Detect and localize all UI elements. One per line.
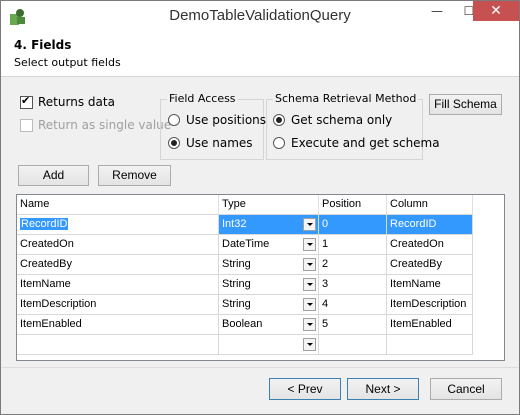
use-names-radio[interactable] (168, 137, 180, 149)
footer-divider (1, 367, 519, 368)
column-header-position[interactable]: Position (319, 195, 387, 215)
position-cell[interactable]: 3 (319, 275, 387, 295)
type-cell[interactable]: String (219, 295, 319, 315)
position-cell[interactable]: 4 (319, 295, 387, 315)
position-cell[interactable] (319, 335, 387, 355)
add-button[interactable]: Add (18, 165, 89, 186)
name-cell[interactable]: CreatedOn (17, 235, 219, 255)
column-cell[interactable]: ItemDescription (387, 295, 473, 315)
type-text: String (222, 258, 251, 270)
column-cell[interactable] (387, 335, 473, 355)
table-row[interactable]: ItemName String 3 ItemName (17, 275, 504, 295)
name-cell[interactable]: ItemEnabled (17, 315, 219, 335)
type-text: Boolean (222, 318, 263, 330)
step-title: 4. Fields (14, 38, 72, 52)
name-cell[interactable]: RecordID (17, 215, 219, 235)
dropdown-arrow-icon[interactable] (303, 258, 316, 271)
returns-data-label: Returns data (38, 95, 115, 109)
type-text: DateTime (222, 238, 270, 250)
column-cell[interactable]: ItemName (387, 275, 473, 295)
cancel-button[interactable]: Cancel (430, 378, 502, 400)
position-cell[interactable]: 2 (319, 255, 387, 275)
schema-retrieval-title: Schema Retrieval Method (273, 92, 419, 105)
name-cell[interactable]: ItemName (17, 275, 219, 295)
close-button[interactable]: ✕ (473, 1, 519, 21)
single-value-checkbox[interactable] (20, 119, 33, 132)
fill-schema-button[interactable]: Fill Schema (429, 94, 502, 115)
type-text: String (222, 298, 251, 310)
position-cell[interactable]: 5 (319, 315, 387, 335)
dropdown-arrow-icon[interactable] (303, 278, 316, 291)
dropdown-arrow-icon[interactable] (303, 318, 316, 331)
table-row[interactable]: ItemDescription String 4 ItemDescription (17, 295, 504, 315)
position-cell[interactable]: 0 (319, 215, 387, 235)
type-cell[interactable]: String (219, 255, 319, 275)
column-cell[interactable]: CreatedOn (387, 235, 473, 255)
column-header-column[interactable]: Column (387, 195, 473, 215)
get-schema-only-radio[interactable] (273, 114, 285, 126)
title-bar: DemoTableValidationQuery — ☐ ✕ (1, 1, 519, 32)
single-value-label: Return as single value (38, 118, 172, 132)
field-access-group: Field Access (160, 92, 264, 160)
name-cell[interactable]: ItemDescription (17, 295, 219, 315)
dialog-window: DemoTableValidationQuery — ☐ ✕ 4. Fields… (0, 0, 520, 415)
column-cell[interactable]: ItemEnabled (387, 315, 473, 335)
table-row[interactable]: CreatedOn DateTime 1 CreatedOn (17, 235, 504, 255)
column-header-type[interactable]: Type (219, 195, 319, 215)
execute-and-get-schema-radio[interactable] (273, 137, 285, 149)
dropdown-arrow-icon[interactable] (303, 298, 316, 311)
next-button[interactable]: Next > (347, 378, 419, 400)
column-cell[interactable]: RecordID (387, 215, 473, 235)
dropdown-arrow-icon[interactable] (303, 338, 316, 351)
type-cell[interactable] (219, 335, 319, 355)
position-cell[interactable]: 1 (319, 235, 387, 255)
table-row[interactable]: RecordID Int32 0 RecordID (17, 215, 504, 235)
execute-and-get-schema-label: Execute and get schema (291, 136, 440, 150)
dropdown-arrow-icon[interactable] (303, 218, 316, 231)
schema-retrieval-group: Schema Retrieval Method (266, 92, 423, 160)
get-schema-only-label: Get schema only (291, 113, 393, 127)
returns-data-checkbox[interactable] (20, 94, 33, 109)
new-row[interactable] (17, 335, 504, 355)
dropdown-arrow-icon[interactable] (303, 238, 316, 251)
prev-button[interactable]: < Prev (269, 378, 341, 400)
type-cell[interactable]: DateTime (219, 235, 319, 255)
use-names-label: Use names (186, 136, 253, 150)
name-text: RecordID (20, 218, 69, 230)
column-cell[interactable]: CreatedBy (387, 255, 473, 275)
wizard-header: 4. Fields Select output fields (1, 32, 519, 77)
table-row[interactable]: ItemEnabled Boolean 5 ItemEnabled (17, 315, 504, 335)
step-subtitle: Select output fields (14, 56, 121, 69)
type-text: String (222, 278, 251, 290)
type-text: Int32 (222, 218, 247, 230)
name-cell[interactable]: CreatedBy (17, 255, 219, 275)
column-header-name[interactable]: Name (17, 195, 219, 215)
type-cell[interactable]: String (219, 275, 319, 295)
use-positions-radio[interactable] (168, 114, 180, 126)
table-row[interactable]: CreatedBy String 2 CreatedBy (17, 255, 504, 275)
fields-grid[interactable]: Name Type Position Column RecordID Int32… (16, 194, 505, 361)
remove-button[interactable]: Remove (98, 165, 171, 186)
name-cell[interactable] (17, 335, 219, 355)
type-cell[interactable]: Boolean (219, 315, 319, 335)
use-positions-label: Use positions (186, 113, 267, 127)
grid-header-row: Name Type Position Column (17, 195, 504, 215)
minimize-button[interactable]: — (421, 1, 453, 21)
type-cell[interactable]: Int32 (219, 215, 319, 235)
field-access-title: Field Access (167, 92, 238, 105)
